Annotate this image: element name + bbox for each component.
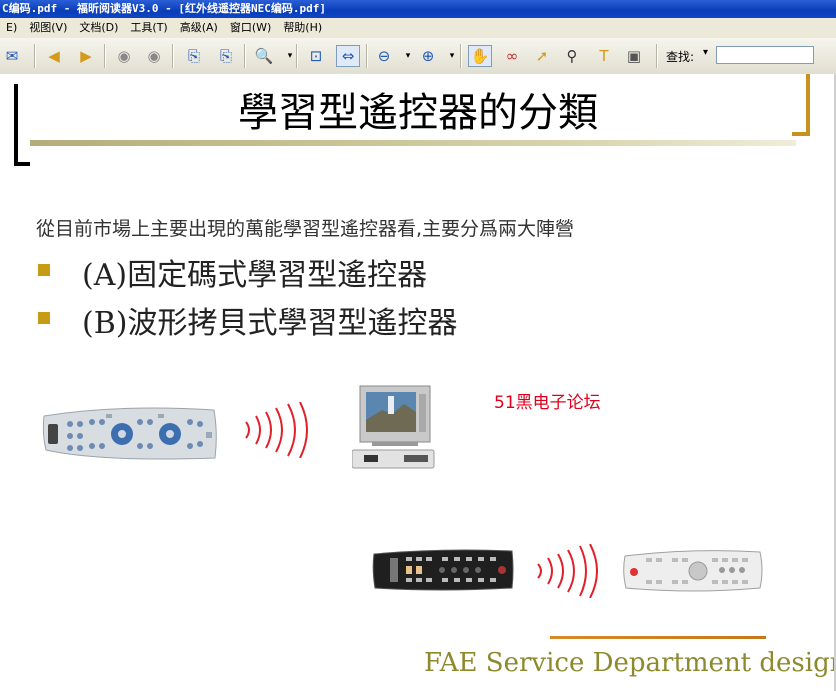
find-label: 查找:: [666, 50, 695, 64]
previous-page-icon[interactable]: ◀: [42, 45, 66, 67]
bullet-item-b: (B)波形拷貝式學習型遙控器: [82, 306, 458, 341]
find-input[interactable]: [716, 46, 814, 64]
rotate-right-icon[interactable]: ⎘: [214, 45, 238, 67]
fit-width-icon[interactable]: ⇔: [336, 45, 360, 67]
infrared-waves-icon: [245, 402, 308, 458]
toolbar-separator: [244, 44, 246, 68]
infrared-waves-icon: [537, 544, 598, 598]
forum-watermark: 51黑电子论坛: [494, 393, 601, 413]
snapshot-camera-icon[interactable]: ▣: [622, 45, 646, 67]
slide-title: 學習型遙控器的分類: [238, 90, 598, 136]
fit-page-icon[interactable]: ⊡: [304, 45, 328, 67]
hand-tool-icon[interactable]: ✋: [468, 45, 492, 67]
menu-item-edit[interactable]: E): [0, 18, 23, 38]
window-title-bar: C编码.pdf - 福昕阅读器V3.0 - [红外线遥控器NEC编码.pdf]: [0, 0, 836, 18]
toolbar-separator: [366, 44, 368, 68]
menu-item-help[interactable]: 帮助(H): [277, 18, 328, 38]
text-select-icon[interactable]: T: [592, 45, 616, 67]
menu-item-view[interactable]: 视图(V): [23, 18, 73, 38]
menu-item-tools[interactable]: 工具(T): [124, 18, 173, 38]
toolbar-separator: [460, 44, 462, 68]
email-icon[interactable]: ✉: [0, 45, 24, 67]
back-icon[interactable]: ◉: [112, 45, 136, 67]
intro-text: 從目前市場上主要出現的萬能學習型遙控器看,主要分爲兩大陣營: [36, 218, 575, 240]
toolbar-separator: [172, 44, 174, 68]
menu-bar: E) 视图(V) 文档(D) 工具(T) 高级(A) 窗口(W) 帮助(H): [0, 18, 836, 38]
footer-text: FAE Service Department designed: [424, 648, 836, 678]
zoom-in-icon[interactable]: ⊕: [416, 45, 440, 67]
silver-remote-icon: [42, 407, 217, 460]
bullet-item-a: (A)固定碼式學習型遙控器: [82, 258, 428, 293]
document-page[interactable]: 學習型遙控器的分類 從目前市場上主要出現的萬能學習型遙控器看,主要分爲兩大陣營 …: [0, 74, 836, 691]
television-icon: [352, 385, 435, 469]
zoom-out-icon[interactable]: ⊖: [372, 45, 396, 67]
toolbar-separator: [104, 44, 106, 68]
black-remote-icon: [372, 549, 514, 591]
title-underline: [30, 140, 796, 146]
toolbar-separator: [34, 44, 36, 68]
find-options-icon[interactable]: ▾: [703, 47, 708, 58]
white-remote-icon: [623, 550, 763, 592]
bullet-icon: [38, 264, 50, 276]
next-page-icon[interactable]: ▶: [74, 45, 98, 67]
forward-icon[interactable]: ◉: [142, 45, 166, 67]
toolbar-separator: [296, 44, 298, 68]
toolbar-separator: [656, 44, 658, 68]
rotate-left-icon[interactable]: ⎘: [182, 45, 206, 67]
window-title: C编码.pdf - 福昕阅读器V3.0 - [红外线遥控器NEC编码.pdf]: [2, 2, 326, 15]
menu-item-document[interactable]: 文档(D): [73, 18, 124, 38]
toolbar: ✉ ◀ ▶ ◉ ◉ ⎘ ⎘ 🔍 ▾ ⊡ ⇔ ⊖ ▾ ⊕ ▾ ✋ ∞ ➚ ⚲ T …: [0, 38, 836, 75]
menu-item-advanced[interactable]: 高级(A): [174, 18, 224, 38]
zoom-dropdown-icon[interactable]: ▾: [278, 45, 302, 67]
binoculars-icon[interactable]: ⚲: [560, 45, 584, 67]
menu-item-window[interactable]: 窗口(W): [224, 18, 277, 38]
glasses-icon[interactable]: ∞: [500, 45, 524, 67]
zoom-in-magnifier-icon[interactable]: 🔍: [252, 45, 276, 67]
footer-divider: [550, 636, 766, 639]
select-cursor-icon[interactable]: ➚: [530, 45, 554, 67]
bullet-icon: [38, 312, 50, 324]
